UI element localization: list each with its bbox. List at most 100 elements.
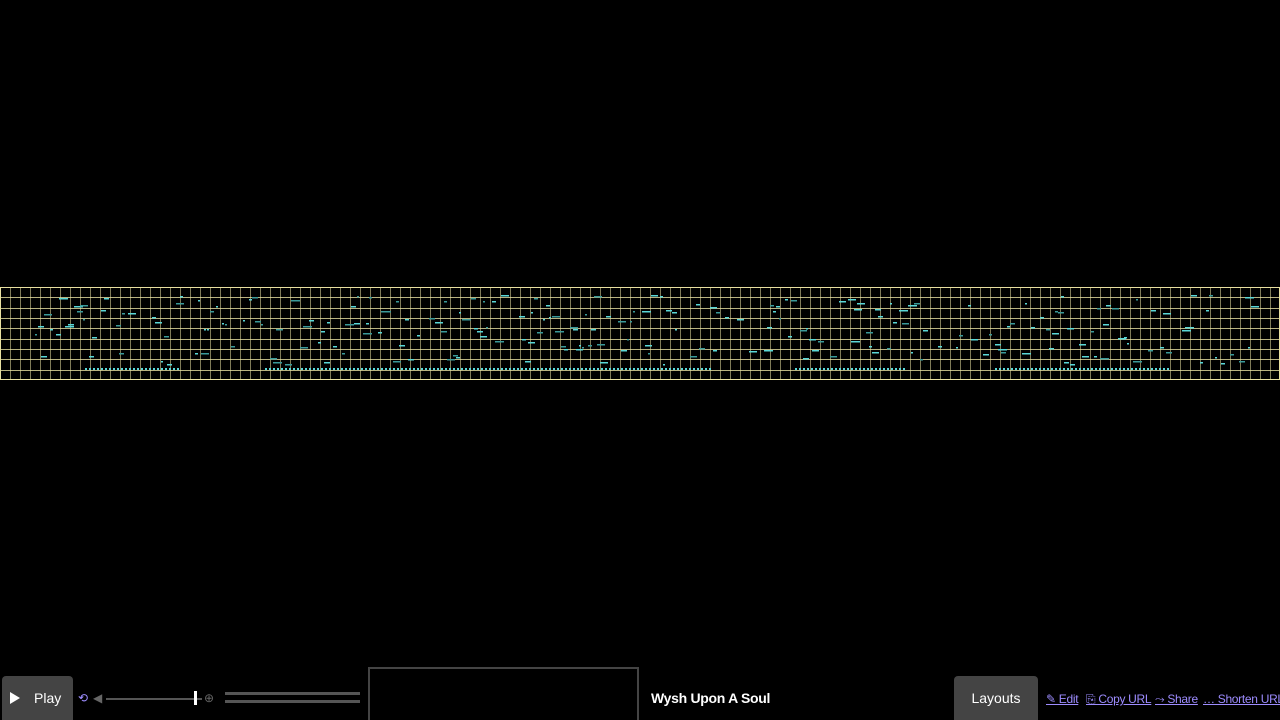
volume-slider-thumb[interactable] bbox=[194, 691, 198, 705]
playback-progress-bar[interactable] bbox=[225, 692, 360, 695]
note-mark bbox=[887, 348, 891, 350]
drum-note-mark bbox=[1031, 368, 1033, 370]
drum-note-mark bbox=[569, 368, 571, 370]
zoom-icon[interactable]: ⊕ bbox=[204, 692, 214, 704]
drum-note-mark bbox=[1115, 368, 1117, 370]
note-mark bbox=[1058, 312, 1064, 314]
note-mark bbox=[243, 320, 245, 322]
note-mark bbox=[564, 349, 568, 351]
note-mark bbox=[645, 345, 652, 347]
note-mark bbox=[1166, 352, 1172, 354]
note-mark bbox=[543, 319, 545, 321]
share-link[interactable]: ⤳ Share bbox=[1155, 692, 1198, 707]
note-mark bbox=[59, 298, 68, 300]
drum-note-mark bbox=[697, 368, 699, 370]
note-mark bbox=[522, 339, 526, 341]
layouts-button[interactable]: Layouts bbox=[954, 676, 1038, 720]
note-mark bbox=[573, 329, 578, 331]
drum-note-mark bbox=[141, 368, 143, 370]
note-mark bbox=[1049, 348, 1054, 350]
note-mark bbox=[696, 304, 700, 306]
drum-note-mark bbox=[109, 368, 111, 370]
drum-note-mark bbox=[493, 368, 495, 370]
shorten-url-link[interactable]: … Shorten URL bbox=[1203, 692, 1280, 706]
note-mark bbox=[261, 324, 263, 326]
note-mark bbox=[1103, 324, 1109, 326]
copy-url-link[interactable]: ⎘ Copy URL bbox=[1086, 692, 1152, 707]
note-mark bbox=[800, 330, 807, 332]
drum-note-mark bbox=[509, 368, 511, 370]
note-mark bbox=[923, 330, 928, 332]
drum-note-mark bbox=[333, 368, 335, 370]
note-mark bbox=[576, 349, 583, 351]
drum-note-mark bbox=[357, 368, 359, 370]
note-mark bbox=[788, 336, 792, 338]
note-mark bbox=[546, 305, 550, 307]
note-mark bbox=[393, 361, 401, 363]
drum-note-mark bbox=[409, 368, 411, 370]
note-mark bbox=[1097, 308, 1101, 310]
drum-note-mark bbox=[1059, 368, 1061, 370]
note-mark bbox=[453, 355, 458, 357]
note-mark bbox=[830, 356, 837, 358]
loop-icon[interactable]: ⟲ bbox=[78, 692, 88, 704]
note-mark bbox=[155, 322, 162, 324]
drum-note-mark bbox=[1167, 368, 1169, 370]
drum-note-mark bbox=[649, 368, 651, 370]
edit-link[interactable]: ✎ Edit bbox=[1046, 692, 1079, 706]
note-mark bbox=[776, 306, 780, 308]
note-mark bbox=[300, 347, 308, 349]
drum-note-mark bbox=[149, 368, 151, 370]
note-mark bbox=[270, 358, 277, 360]
drum-note-mark bbox=[1083, 368, 1085, 370]
note-mark bbox=[384, 311, 391, 313]
note-mark bbox=[633, 311, 635, 313]
drum-note-mark bbox=[485, 368, 487, 370]
play-button[interactable]: Play bbox=[2, 676, 73, 720]
note-mark bbox=[1182, 330, 1191, 332]
note-mark bbox=[408, 359, 414, 361]
drum-note-mark bbox=[273, 368, 275, 370]
note-mark bbox=[225, 324, 227, 326]
drum-note-mark bbox=[441, 368, 443, 370]
drum-note-mark bbox=[525, 368, 527, 370]
drum-note-mark bbox=[541, 368, 543, 370]
drum-note-mark bbox=[557, 368, 559, 370]
note-mark bbox=[803, 358, 809, 360]
note-mark bbox=[405, 319, 409, 321]
note-mark bbox=[848, 299, 856, 301]
volume-slider[interactable] bbox=[106, 698, 202, 700]
drum-note-mark bbox=[1015, 368, 1017, 370]
drum-note-mark bbox=[871, 368, 873, 370]
note-mark bbox=[902, 323, 909, 325]
drum-note-mark bbox=[1107, 368, 1109, 370]
note-mark bbox=[1245, 297, 1254, 299]
note-mark bbox=[920, 359, 923, 361]
note-mark bbox=[92, 337, 97, 339]
drum-note-mark bbox=[145, 368, 147, 370]
pattern-track-view[interactable] bbox=[0, 287, 1280, 380]
note-mark bbox=[878, 316, 883, 318]
drum-note-mark bbox=[1011, 368, 1013, 370]
note-mark bbox=[809, 339, 816, 341]
drum-note-mark bbox=[1023, 368, 1025, 370]
note-mark bbox=[971, 339, 978, 341]
note-mark bbox=[1094, 356, 1097, 358]
player-toolbar: Play ⟲ ◀ ⊕ Wysh Upon A Soul Layouts ✎ Ed… bbox=[0, 667, 1280, 720]
drum-note-mark bbox=[899, 368, 901, 370]
drum-note-mark bbox=[1151, 368, 1153, 370]
note-mark bbox=[911, 352, 913, 354]
drum-note-mark bbox=[657, 368, 659, 370]
note-mark bbox=[1052, 333, 1059, 335]
note-mark bbox=[531, 312, 533, 314]
drum-note-mark bbox=[573, 368, 575, 370]
drum-note-mark bbox=[589, 368, 591, 370]
note-mark bbox=[1079, 344, 1086, 346]
drum-note-mark bbox=[621, 368, 623, 370]
drum-note-mark bbox=[165, 368, 167, 370]
note-mark bbox=[161, 361, 163, 363]
drum-note-mark bbox=[133, 368, 135, 370]
note-mark bbox=[351, 306, 356, 308]
note-mark bbox=[699, 348, 705, 350]
note-mark bbox=[363, 333, 372, 335]
